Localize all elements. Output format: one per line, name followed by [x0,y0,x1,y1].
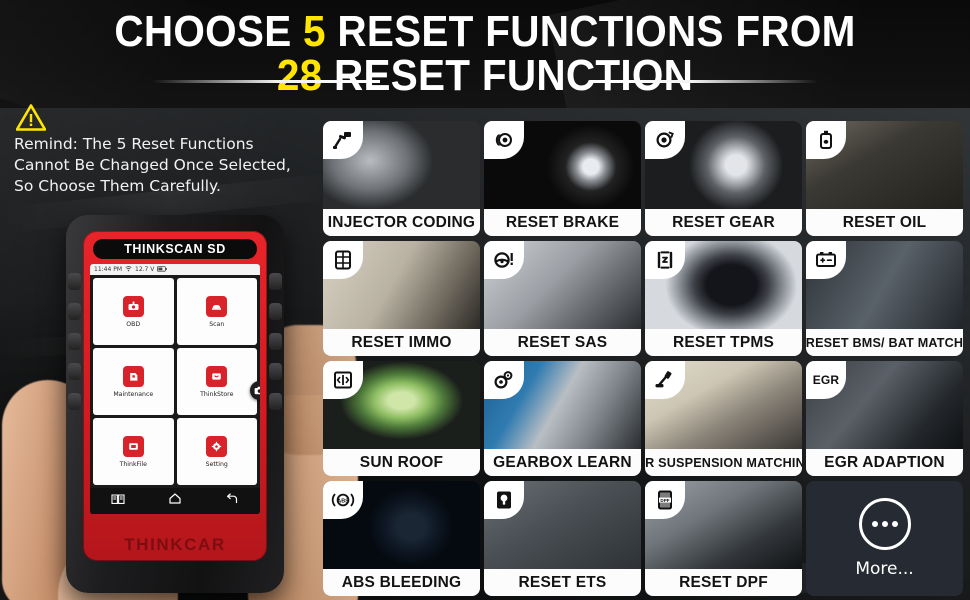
ellipsis-dot [891,521,898,527]
function-card-reset-brake[interactable]: RESET BRAKE [484,121,641,236]
gear-icon [206,435,228,457]
headline-line-1: CHOOSE 5 RESET FUNCTIONS FROM [39,8,931,56]
app-tile-grid: OBD Scan Maintenance ThinkStore ThinkFil… [90,275,260,488]
function-card-injector-coding[interactable]: INJECTOR CODING [323,121,480,236]
home-icon[interactable] [168,492,182,510]
function-card-air-suspension-matching[interactable]: AIR SUSPENSION MATCHING [645,361,802,476]
app-tile-label: OBD [126,320,141,328]
maintenance-icon [122,365,144,387]
device-grip [68,393,81,410]
header-rule-right [590,80,818,83]
app-tile-thinkfile[interactable]: ThinkFile [93,418,174,485]
headline-line-2: 28 RESET FUNCTION [39,52,931,100]
card-label: ABS BLEEDING [323,569,480,596]
device-grip [269,363,282,380]
device-grip [68,333,81,350]
card-label: AIR SUSPENSION MATCHING [645,449,802,476]
function-card-reset-ets[interactable]: RESET ETS [484,481,641,596]
egr-badge-text: EGR [812,373,840,387]
ellipsis-dot [881,521,888,527]
function-card-reset-immo[interactable]: RESET IMMO [323,241,480,356]
app-tile-label: Scan [209,320,225,328]
function-card-reset-dpf[interactable]: DPF RESET DPF [645,481,802,596]
card-label: RESET BRAKE [484,209,641,236]
app-tile-setting[interactable]: Setting [176,418,257,485]
app-tile-label: ThinkStore [200,390,234,398]
more-label: More... [855,559,914,579]
function-card-sun-roof[interactable]: SUN ROOF [323,361,480,476]
back-icon[interactable] [225,492,239,510]
app-tile-label: Setting [205,460,228,468]
ellipsis-dot [871,521,878,527]
app-tile-obd[interactable]: OBD [93,278,174,345]
function-card-gearbox-learn[interactable]: GEARBOX LEARN [484,361,641,476]
warning-triangle-icon [16,104,46,131]
card-label: RESET OIL [806,209,963,236]
function-card-reset-gear[interactable]: RESET GEAR [645,121,802,236]
headline-number-28: 28 [276,51,323,100]
camera-icon [254,382,260,400]
svg-text:ABS: ABS [337,498,349,504]
device-grip [269,273,282,290]
device-navbar [90,488,260,514]
manual-icon[interactable] [111,492,125,510]
wifi-icon [125,265,132,274]
battery-icon [157,265,168,274]
status-voltage: 12.7 V [135,266,155,273]
function-card-reset-oil[interactable]: RESET OIL [806,121,963,236]
app-tile-thinkstore[interactable]: ThinkStore [176,348,257,415]
card-label: EGR ADAPTION [806,449,963,476]
function-card-egr-adaption[interactable]: EGR EGR ADAPTION [806,361,963,476]
headline-suffix: RESET FUNCTIONS FROM [325,7,856,56]
obd-connector-icon [122,295,144,317]
app-tile-label: Maintenance [113,390,154,398]
status-bar: 11:44 PM 12.7 V [90,264,260,275]
status-time: 11:44 PM [94,266,122,273]
card-label: RESET GEAR [645,209,802,236]
store-icon [206,365,228,387]
remind-text: Remind: The 5 Reset Functions Cannot Be … [14,135,291,195]
headline-prefix: CHOOSE [114,7,304,56]
reset-functions-grid: INJECTOR CODING RESET BRAKE RESET GEAR R… [323,121,965,596]
thinkscan-device: THINKSCAN SD 11:44 PM 12.7 V OBD Scan Ma… [66,215,284,593]
device-grip [269,393,282,410]
card-label: RESET BMS/ BAT MATCH [806,329,963,356]
function-card-reset-bms[interactable]: RESET BMS/ BAT MATCH [806,241,963,356]
device-grip [269,303,282,320]
function-card-abs-bleeding[interactable]: ABS ABS BLEEDING [323,481,480,596]
card-label: INJECTOR CODING [323,209,480,236]
file-folder-icon [122,435,144,457]
promo-banner: CHOOSE 5 RESET FUNCTIONS FROM 28 RESET F… [0,0,970,600]
app-tile-maintenance[interactable]: Maintenance [93,348,174,415]
device-photo: THINKSCAN SD 11:44 PM 12.7 V OBD Scan Ma… [2,205,358,600]
device-brand-logo: THINKCAR [124,535,226,554]
card-label: RESET TPMS [645,329,802,356]
device-grip [68,363,81,380]
header-rule-left [152,80,380,83]
headline-number-5: 5 [303,7,326,56]
device-screen: 11:44 PM 12.7 V OBD Scan Maintenance Thi… [90,264,260,514]
card-label: SUN ROOF [323,449,480,476]
app-tile-scan[interactable]: Scan [176,278,257,345]
svg-text:DPF: DPF [660,498,669,503]
card-label: RESET SAS [484,329,641,356]
function-card-reset-tpms[interactable]: RESET TPMS [645,241,802,356]
remind-block: Remind: The 5 Reset Functions Cannot Be … [14,104,314,197]
device-bezel: THINKSCAN SD 11:44 PM 12.7 V OBD Scan Ma… [83,231,267,561]
more-functions-card[interactable]: More... [806,481,963,596]
device-model-title: THINKSCAN SD [93,239,257,259]
header-banner: CHOOSE 5 RESET FUNCTIONS FROM 28 RESET F… [0,0,970,108]
device-grip [68,303,81,320]
card-label: RESET ETS [484,569,641,596]
headline-line-2-suffix: RESET FUNCTION [322,51,694,100]
ellipsis-circle-icon [858,498,911,550]
device-grip [269,333,282,350]
card-label: GEARBOX LEARN [484,449,641,476]
device-grip [68,273,81,290]
card-label: RESET IMMO [323,329,480,356]
function-card-reset-sas[interactable]: RESET SAS [484,241,641,356]
app-tile-label: ThinkFile [119,460,147,468]
card-label: RESET DPF [645,569,802,596]
car-scan-icon [206,295,228,317]
